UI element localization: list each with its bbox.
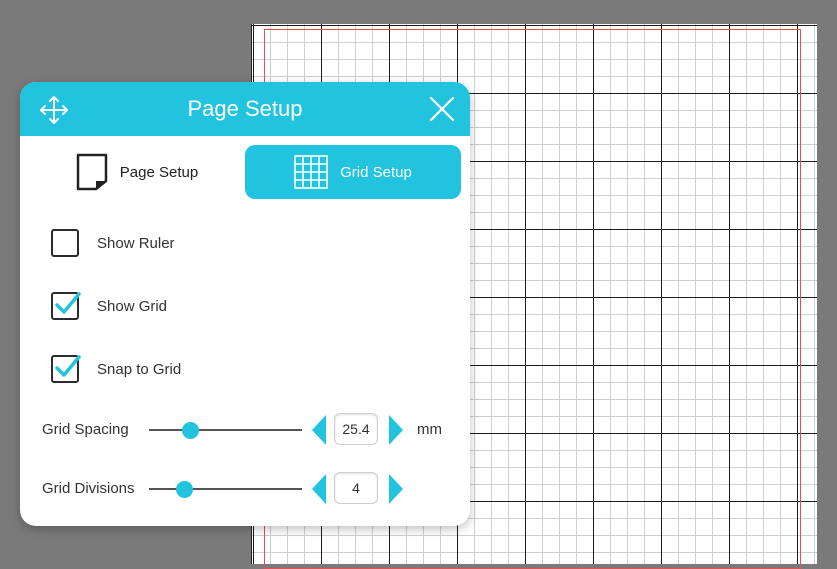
- tab-grid-setup-label: Grid Setup: [340, 163, 412, 181]
- tab-page-setup[interactable]: Page Setup: [32, 145, 242, 199]
- dialog-title: Page Setup: [187, 96, 303, 121]
- tab-grid-setup[interactable]: Grid Setup: [245, 145, 461, 199]
- show-ruler-checkbox[interactable]: [51, 229, 79, 257]
- grid-spacing-label: Grid Spacing: [42, 421, 129, 438]
- grid-spacing-row: Grid Spacing mm: [20, 412, 470, 448]
- page-setup-dialog: Page Setup Page Setup Grid Setup Show Ru…: [20, 82, 470, 526]
- snap-to-grid-row: Snap to Grid: [51, 355, 181, 383]
- tab-page-setup-label: Page Setup: [119, 163, 199, 181]
- grid-divisions-label: Grid Divisions: [42, 480, 135, 497]
- checkmark-icon: [55, 355, 81, 377]
- show-grid-checkbox[interactable]: [51, 292, 81, 320]
- show-ruler-label: Show Ruler: [97, 234, 175, 252]
- page-icon: [76, 153, 108, 191]
- show-grid-row: Show Grid: [51, 292, 167, 320]
- snap-to-grid-label: Snap to Grid: [97, 360, 182, 378]
- grid-icon: [294, 155, 328, 189]
- grid-spacing-slider-track[interactable]: [149, 429, 302, 431]
- checkmark-icon: [55, 292, 81, 314]
- arrow-left-icon[interactable]: [312, 415, 326, 445]
- grid-divisions-slider-thumb[interactable]: [176, 481, 193, 498]
- close-icon[interactable]: [428, 95, 456, 123]
- show-grid-label: Show Grid: [97, 297, 168, 315]
- grid-divisions-input[interactable]: [334, 472, 378, 504]
- grid-spacing-unit: mm: [417, 421, 442, 438]
- dialog-header[interactable]: Page Setup: [20, 82, 470, 136]
- show-ruler-row: Show Ruler: [51, 229, 175, 257]
- arrow-right-icon[interactable]: [389, 474, 403, 504]
- grid-spacing-input[interactable]: [334, 413, 378, 445]
- grid-divisions-slider-track[interactable]: [149, 488, 302, 490]
- grid-spacing-slider-thumb[interactable]: [182, 422, 199, 439]
- arrow-right-icon[interactable]: [389, 415, 403, 445]
- grid-divisions-row: Grid Divisions: [20, 471, 470, 507]
- snap-to-grid-checkbox[interactable]: [51, 355, 81, 383]
- arrow-left-icon[interactable]: [312, 474, 326, 504]
